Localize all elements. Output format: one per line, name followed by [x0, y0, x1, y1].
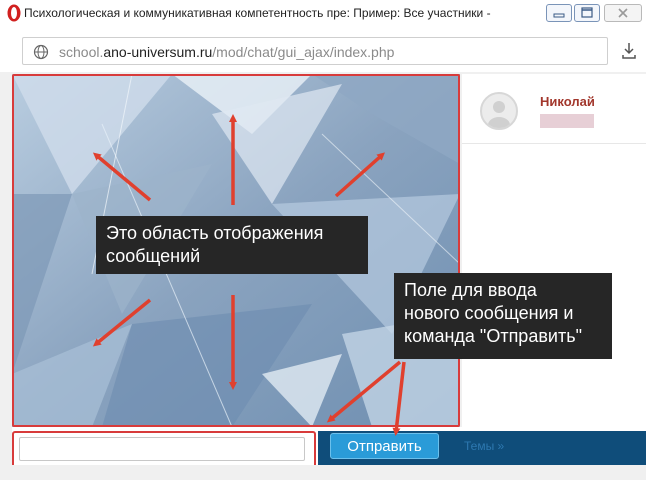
- url-field[interactable]: school.ano-universum.ru/mod/chat/gui_aja…: [22, 37, 608, 65]
- topics-link[interactable]: Темы »: [464, 439, 504, 453]
- user-name[interactable]: Николай: [540, 94, 595, 109]
- callout-messages-line2: сообщений: [106, 246, 201, 266]
- url-prefix: school.: [59, 44, 104, 60]
- send-button[interactable]: Отправить: [330, 433, 439, 459]
- callout-input-line1: Поле для ввода: [404, 280, 537, 300]
- user-item[interactable]: Николай: [474, 92, 634, 142]
- callout-messages-line1: Это область отображения: [106, 223, 324, 243]
- title-bar: Психологическая и коммуникативная компет…: [0, 0, 646, 31]
- url-domain: ano-universum.ru: [103, 44, 213, 60]
- callout-input-line3: команда "Отправить": [404, 326, 582, 346]
- close-button[interactable]: [604, 4, 642, 22]
- user-divider: [462, 143, 646, 144]
- minimize-icon: [553, 13, 565, 18]
- send-strip: Отправить Темы »: [318, 431, 646, 465]
- globe-icon: [33, 44, 49, 60]
- callout-messages-area: Это область отображения сообщений: [96, 216, 368, 274]
- browser-window: Психологическая и коммуникативная компет…: [0, 0, 646, 480]
- users-panel: Николай: [462, 74, 646, 427]
- user-silhouette-icon: [488, 101, 510, 128]
- opera-logo-icon: [7, 4, 21, 22]
- message-input-highlight: [12, 431, 316, 468]
- url-path: /mod/chat/gui_ajax/index.php: [212, 44, 395, 60]
- avatar: [480, 92, 518, 130]
- callout-input-line2: нового сообщения и: [404, 303, 574, 323]
- close-icon: [618, 8, 628, 18]
- minimize-button[interactable]: [546, 4, 572, 22]
- window-bottom-edge: [0, 465, 646, 480]
- window-title: Психологическая и коммуникативная компет…: [24, 6, 491, 20]
- maximize-button[interactable]: [574, 4, 600, 22]
- callout-input-area: Поле для ввода нового сообщения и команд…: [394, 273, 612, 359]
- url-text: school.ano-universum.ru/mod/chat/gui_aja…: [59, 44, 394, 60]
- download-icon[interactable]: [620, 41, 638, 61]
- address-bar: school.ano-universum.ru/mod/chat/gui_aja…: [0, 30, 646, 72]
- maximize-icon: [581, 7, 593, 18]
- user-status-pixelated: [540, 114, 594, 128]
- message-input[interactable]: [19, 437, 305, 461]
